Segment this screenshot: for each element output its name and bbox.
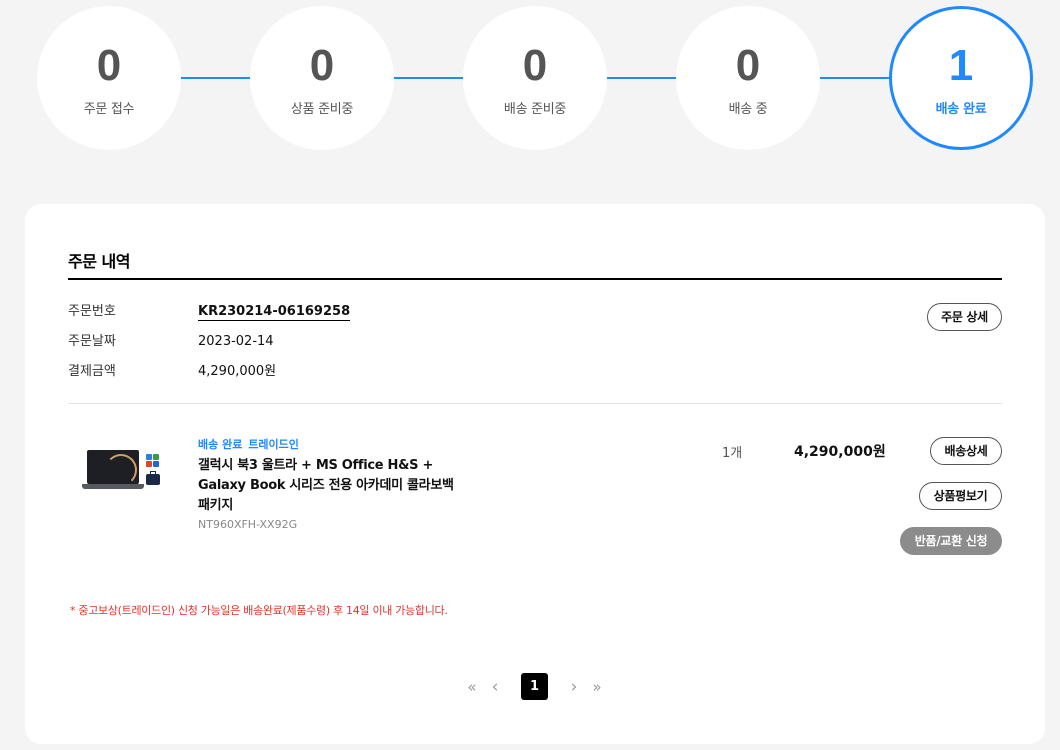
product-name-link[interactable]: 갤럭시 북3 울트라 + MS Office H&S + Galaxy Book… xyxy=(198,456,463,516)
product-price: 4,290,000원 xyxy=(794,444,886,460)
status-badge: 배송 완료 xyxy=(198,438,243,451)
step-label: 배송 완료 xyxy=(935,102,987,117)
step-delivered[interactable]: 1 배송 완료 xyxy=(889,6,1033,150)
step-count: 1 xyxy=(948,41,974,90)
prev-page-icon[interactable]: ‹ xyxy=(488,673,502,701)
laptop-icon xyxy=(87,450,139,484)
order-detail-button[interactable]: 주문 상세 xyxy=(927,303,1002,331)
tradein-notice: * 중고보상(트레이드인) 신청 가능일은 배송완료(제품수령) 후 14일 이… xyxy=(70,604,448,617)
step-label: 상품 준비중 xyxy=(290,102,354,117)
section-title: 주문 내역 xyxy=(68,252,130,271)
product-code: NT960XFH-XX92G xyxy=(198,518,298,531)
step-label: 배송 중 xyxy=(728,102,768,117)
order-date-label: 주문날짜 xyxy=(68,334,116,349)
step-order-received[interactable]: 0 주문 접수 xyxy=(37,6,181,150)
payment-amount-row: 결제금액 4,290,000원 xyxy=(68,362,276,382)
title-divider xyxy=(68,278,1002,280)
product-badges: 배송 완료 트레이드인 xyxy=(198,436,305,452)
payment-amount-value: 4,290,000원 xyxy=(198,364,277,379)
step-count: 0 xyxy=(735,41,761,90)
payment-amount-label: 결제금액 xyxy=(68,364,116,379)
step-preparing-product[interactable]: 0 상품 준비중 xyxy=(250,6,394,150)
bag-icon xyxy=(146,471,160,485)
order-date-value: 2023-02-14 xyxy=(198,334,274,349)
step-count: 0 xyxy=(522,41,548,90)
order-date-row: 주문날짜 2023-02-14 xyxy=(68,332,274,352)
office-apps-icon xyxy=(146,454,162,468)
order-history-card: 주문 내역 주문번호 KR230214-06169258 주문날짜 2023-02-… xyxy=(25,204,1045,744)
product-quantity: 1개 xyxy=(722,446,743,461)
step-connector xyxy=(607,77,677,79)
step-preparing-shipping[interactable]: 0 배송 준비중 xyxy=(463,6,607,150)
shipping-detail-button[interactable]: 배송상세 xyxy=(930,437,1002,465)
step-connector xyxy=(394,77,464,79)
order-number-label: 주문번호 xyxy=(68,304,116,319)
laptop-base-icon xyxy=(82,484,144,489)
product-thumbnail[interactable] xyxy=(80,446,164,498)
step-connector xyxy=(181,77,251,79)
page-1-button[interactable]: 1 xyxy=(521,673,548,700)
step-connector xyxy=(820,77,890,79)
return-exchange-button[interactable]: 반품/교환 신청 xyxy=(900,527,1002,555)
step-count: 0 xyxy=(96,41,122,90)
step-label: 배송 준비중 xyxy=(503,102,567,117)
section-divider xyxy=(68,403,1002,404)
order-status-steps: 0 주문 접수 0 상품 준비중 0 배송 준비중 0 배송 중 1 배송 완료 xyxy=(0,0,1060,160)
first-page-icon[interactable]: « xyxy=(465,673,479,701)
tradein-badge: 트레이드인 xyxy=(248,438,299,451)
step-count: 0 xyxy=(309,41,335,90)
next-page-icon[interactable]: › xyxy=(567,673,581,701)
step-label: 주문 접수 xyxy=(83,102,135,117)
view-review-button[interactable]: 상품평보기 xyxy=(919,482,1002,510)
order-number-row: 주문번호 KR230214-06169258 xyxy=(68,302,351,322)
last-page-icon[interactable]: » xyxy=(590,673,604,701)
order-number-link[interactable]: KR230214-06169258 xyxy=(198,304,351,321)
step-shipping[interactable]: 0 배송 중 xyxy=(676,6,820,150)
